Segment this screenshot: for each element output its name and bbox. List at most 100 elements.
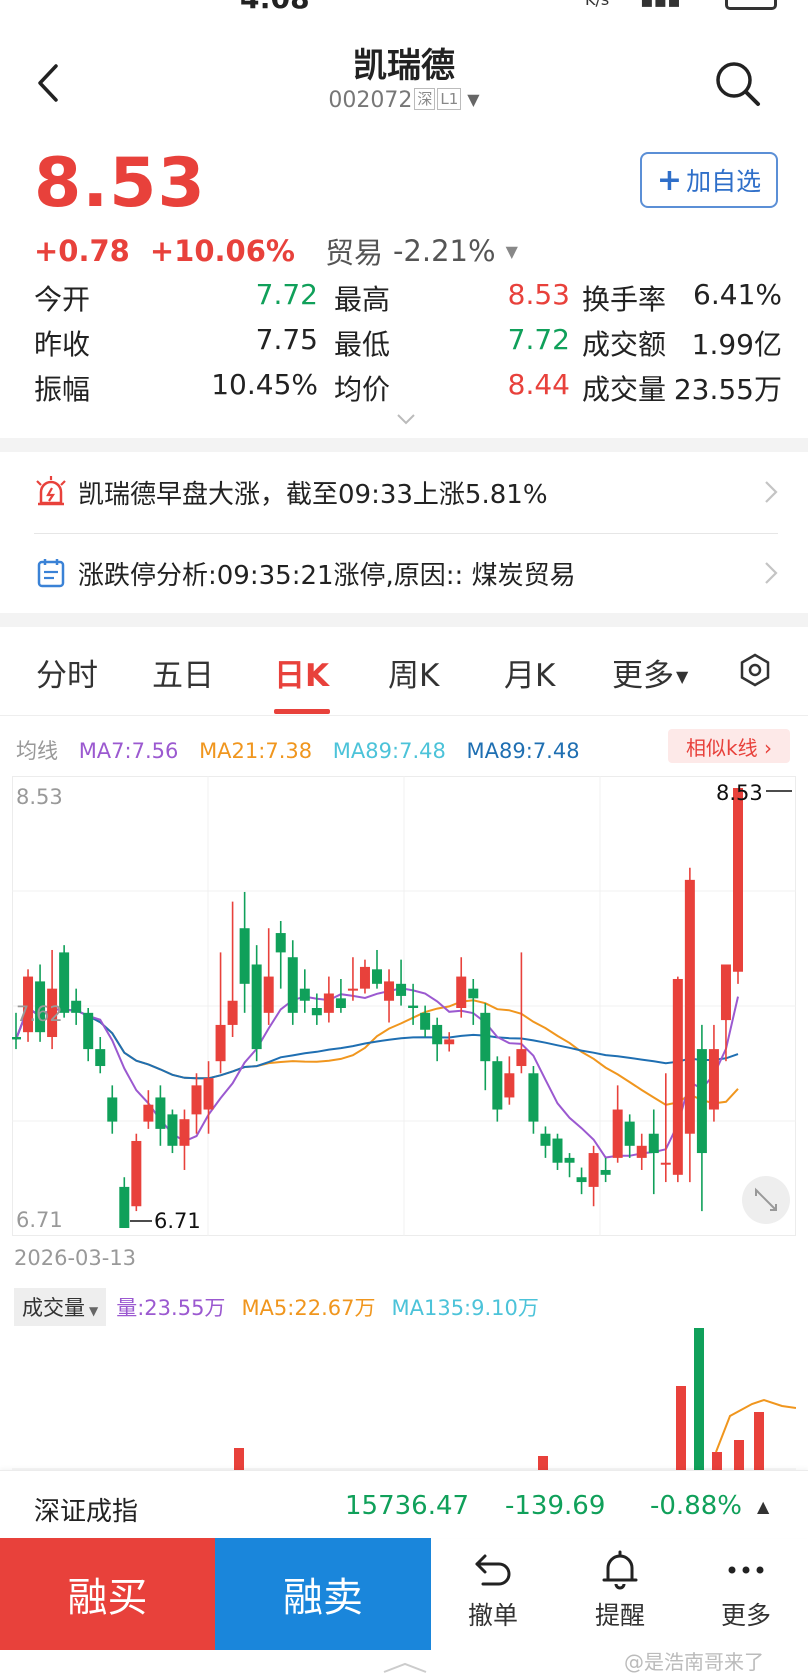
ma7-value: MA7:7.56 [78, 739, 179, 763]
index-change: -139.69 [505, 1491, 606, 1521]
bell-icon [602, 1550, 638, 1590]
stats-row: 昨收 7.75 最低 7.72 成交额 1.99亿 [34, 323, 782, 368]
candle-body [359, 966, 370, 989]
stock-code: 002072 [328, 88, 413, 113]
search-button[interactable] [712, 58, 764, 110]
candle-body [311, 1008, 322, 1016]
dropdown-icon: ▼ [467, 90, 480, 109]
y-axis-mid-label: 7.62 [16, 1002, 63, 1026]
candle-body [143, 1104, 154, 1122]
tab-intraday[interactable]: 分时 [36, 650, 98, 695]
candle-body [420, 1012, 431, 1030]
volume-bar [234, 1448, 244, 1470]
stock-name: 凯瑞德 [353, 46, 455, 86]
tab-more[interactable]: 更多 ▼ [612, 650, 688, 695]
volume-bar [754, 1412, 764, 1470]
candle-body [323, 993, 334, 1013]
candle-body [564, 1157, 575, 1163]
news-item-alert[interactable]: 凯瑞德早盘大涨，截至09:33上涨5.81% [34, 456, 778, 528]
indicator-select[interactable]: 成交量 ▼ [14, 1288, 107, 1326]
candle-body [576, 1177, 587, 1183]
candle-body [456, 976, 467, 1008]
candle-body [299, 988, 310, 1001]
candle-body [215, 1024, 226, 1062]
vol-ma5-value: MA5:22.67万 [241, 1296, 376, 1320]
indicator-select-label: 成交量 [22, 1296, 85, 1320]
stat-label: 均价 [334, 373, 391, 406]
candle-body [12, 1037, 21, 1040]
nav-gesture-icon [383, 1662, 427, 1673]
tab-monthly-k[interactable]: 月K [504, 650, 555, 695]
ma89a-value: MA89:7.48 [332, 739, 446, 763]
index-change-pct: -0.88% [650, 1491, 742, 1521]
volume-bar [734, 1440, 744, 1470]
add-watchlist-button[interactable]: + 加自选 [640, 152, 778, 208]
stock-code-row[interactable]: 002072 深 L1 ▼ [0, 88, 808, 113]
volume-bar [712, 1452, 722, 1470]
stat-value: 7.72 [255, 278, 318, 311]
active-tab-indicator [274, 709, 330, 714]
stat-label: 成交额 [582, 328, 667, 361]
candle-body [335, 998, 346, 1008]
candle-body [492, 1061, 503, 1110]
index-value: 15736.47 [345, 1491, 470, 1521]
tab-five-day[interactable]: 五日 [152, 650, 214, 695]
news-item-limit-analysis[interactable]: 涨跌停分析:09:35:21涨停,原因:: 煤炭贸易 [34, 537, 778, 609]
margin-sell-button[interactable]: 融卖 [215, 1538, 431, 1650]
candle-body [227, 1000, 238, 1025]
stat-value: 23.55万 [673, 373, 782, 406]
candles [12, 788, 743, 1228]
price-change: +0.78 [34, 234, 130, 268]
stat-label: 成交量 [582, 373, 667, 406]
candle-body [263, 976, 274, 1013]
stat-label: 昨收 [34, 328, 91, 361]
settings-icon[interactable] [738, 653, 772, 687]
stat-label: 最高 [334, 283, 391, 316]
status-time: 4:08 [240, 0, 310, 14]
sector-dropdown-icon[interactable]: ▼ [506, 242, 518, 261]
expand-chevron-icon[interactable] [396, 412, 416, 426]
candlestick-chart[interactable]: 8.53 7.62 6.71 8.53 6.71 [12, 776, 796, 1236]
candle-body [384, 981, 395, 1001]
index-ticker-bar[interactable]: 深证成指 15736.47 -139.69 -0.88% ▲ [0, 1470, 808, 1538]
signal-icon: ▪▪▪ [640, 0, 681, 12]
bottom-action-bar: 融买 融卖 撤单 提醒 更多 [0, 1538, 808, 1650]
price-change-pct: +10.06% [149, 234, 295, 268]
candle-body [696, 1049, 707, 1154]
stats-grid: 今开 7.72 最高 8.53 换手率 6.41% 昨收 7.75 最低 7.7… [34, 278, 782, 413]
margin-buy-button[interactable]: 融买 [0, 1538, 215, 1650]
watermark: @是浩南哥来了 [624, 1650, 764, 1674]
candle-body [239, 928, 250, 984]
candle-body [251, 964, 262, 1050]
similar-k-button[interactable]: 相似k线 › [668, 729, 790, 763]
candle-body [660, 1162, 671, 1165]
candle-body [684, 879, 695, 1134]
candle-body [119, 1186, 130, 1228]
remind-button[interactable]: 提醒 [570, 1550, 670, 1640]
more-label: 更多 [720, 1601, 771, 1630]
y-axis-top-label: 8.53 [16, 785, 63, 809]
plus-icon: + [656, 162, 683, 198]
tab-weekly-k[interactable]: 周K [388, 650, 439, 695]
candle-body [203, 1078, 214, 1110]
fullscreen-button[interactable] [742, 1176, 790, 1224]
more-button[interactable]: 更多 [696, 1550, 796, 1640]
section-separator [0, 438, 808, 452]
tab-daily-k[interactable]: 日K [274, 650, 329, 695]
sector-name[interactable]: 贸易 [325, 230, 383, 272]
candle-body [107, 1097, 118, 1122]
candle-body [733, 788, 743, 972]
candle-body [636, 1145, 647, 1158]
stats-row: 今开 7.72 最高 8.53 换手率 6.41% [34, 278, 782, 323]
candle-body [347, 988, 358, 991]
ma21-value: MA21:7.38 [199, 739, 313, 763]
expand-up-icon[interactable]: ▲ [757, 1497, 769, 1516]
alarm-icon [36, 476, 66, 506]
chevron-right-icon [765, 481, 778, 503]
add-watchlist-label: 加自选 [686, 167, 762, 196]
current-price: 8.53 [34, 144, 206, 223]
calendar-icon [37, 559, 65, 588]
battery-icon [725, 0, 777, 10]
cancel-order-button[interactable]: 撤单 [443, 1550, 543, 1640]
stat-value: 7.75 [255, 323, 318, 356]
